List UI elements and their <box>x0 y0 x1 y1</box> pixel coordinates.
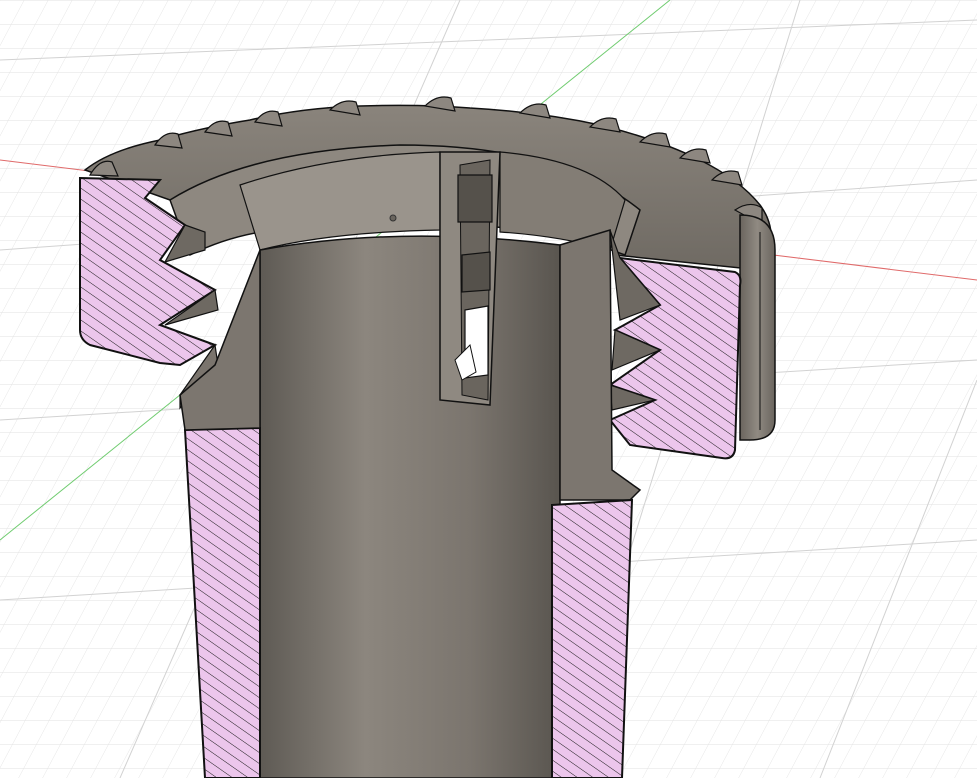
cad-viewport[interactable] <box>0 0 977 778</box>
bore-interior <box>259 235 561 778</box>
model-canvas[interactable] <box>0 0 977 778</box>
slot-cut <box>439 151 501 406</box>
center-point-marker <box>389 214 397 222</box>
